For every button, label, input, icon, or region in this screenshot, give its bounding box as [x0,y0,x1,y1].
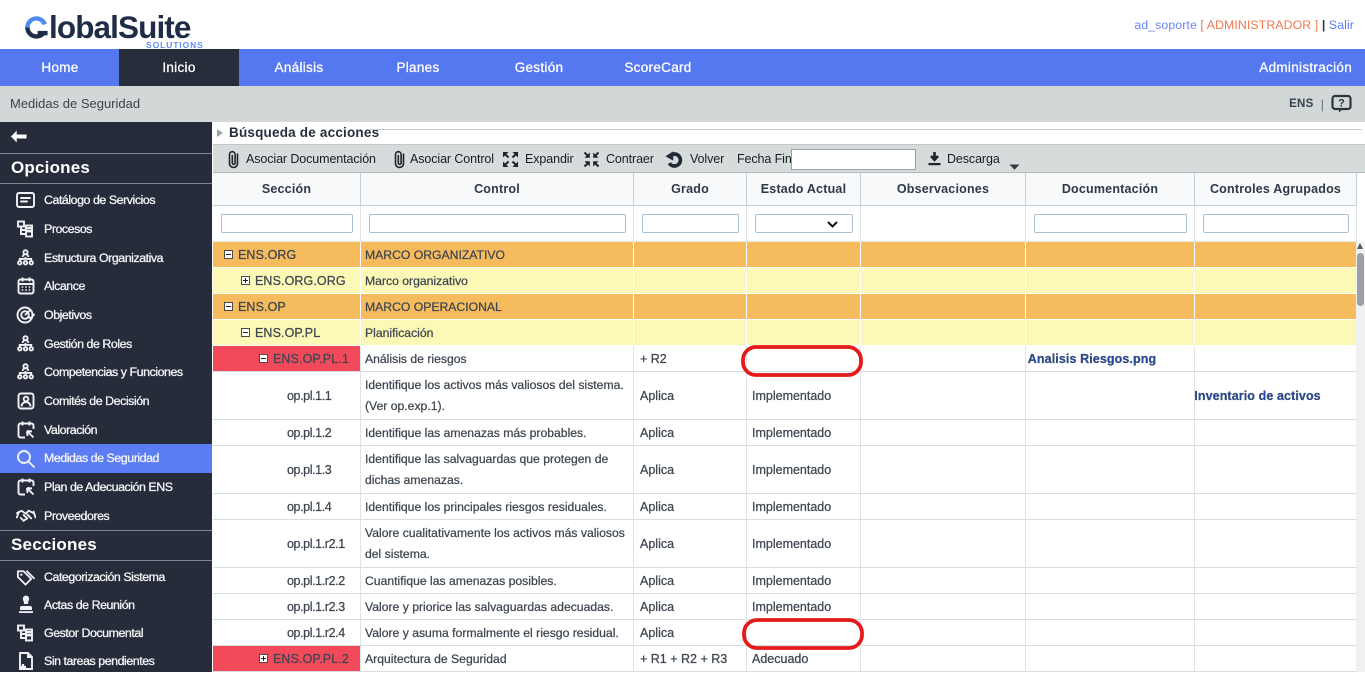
svg-text:?: ? [1338,98,1345,110]
